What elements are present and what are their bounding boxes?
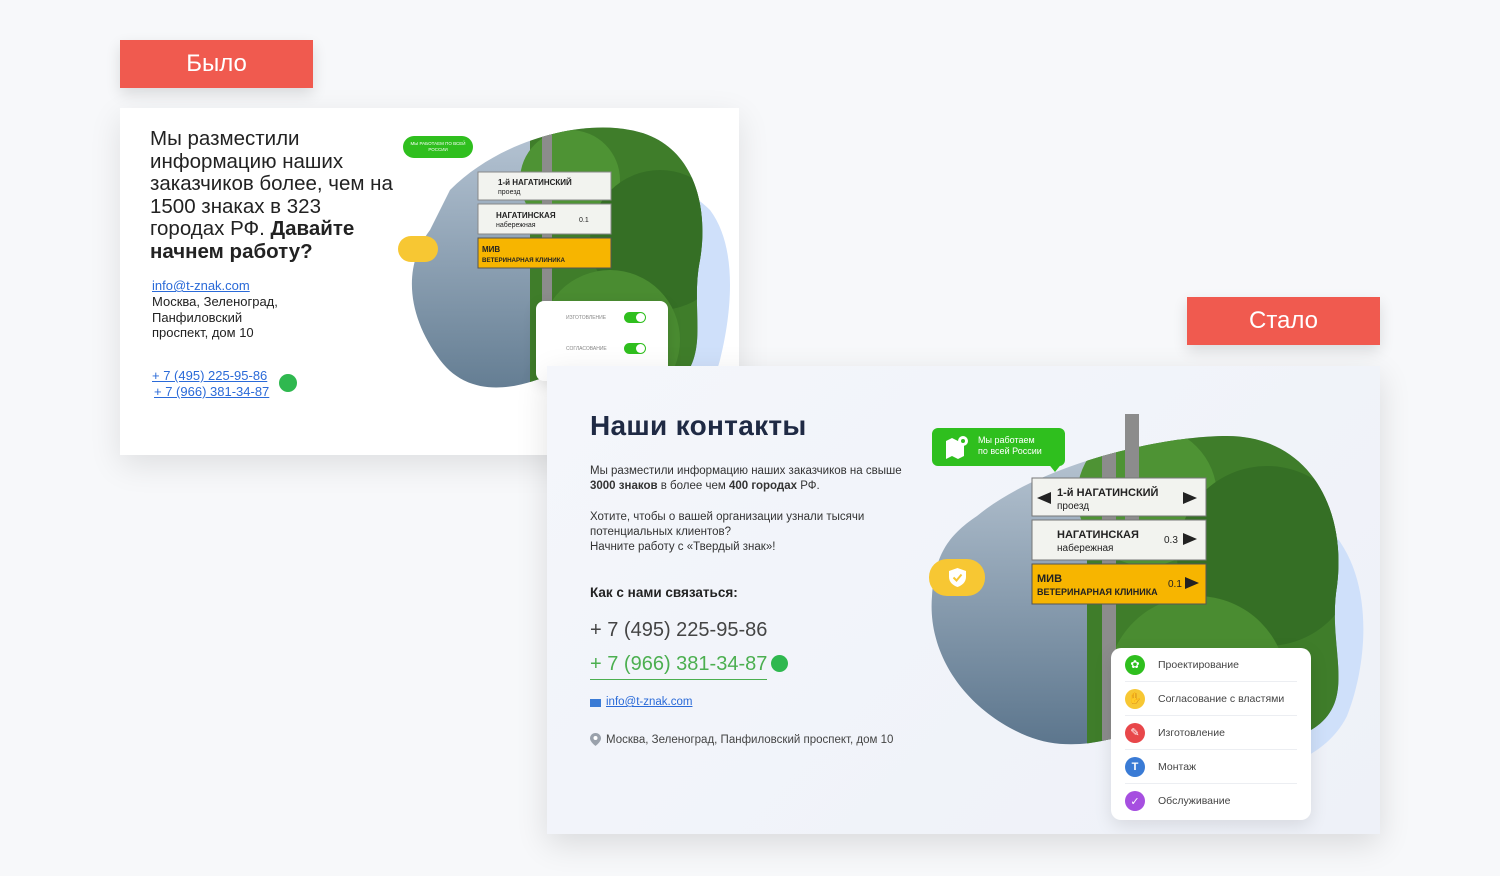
after-email-link[interactable]: info@t-znak.com [606, 696, 692, 708]
thumbs-up-icon: ✋ [1125, 688, 1145, 709]
service-item-approval[interactable]: ✋ Согласование с властями [1125, 682, 1297, 716]
svg-text:МИВ: МИВ [482, 245, 500, 254]
shield-check-icon: ✓ [1125, 791, 1145, 811]
whatsapp-icon[interactable] [279, 374, 297, 392]
svg-text:0.3: 0.3 [1164, 535, 1178, 546]
shield-badge [929, 559, 985, 596]
gear-icon: ✿ [1125, 654, 1145, 675]
contact-heading: Как с нами связаться: [590, 585, 738, 600]
whatsapp-icon[interactable] [771, 655, 788, 672]
works-all-russia-badge: Мы работаем по всей России [932, 428, 1065, 466]
after-cta-text: Хотите, чтобы о вашей организации узнали… [590, 511, 865, 553]
t-icon: T [1125, 756, 1145, 777]
shield-check-icon [949, 568, 966, 587]
after-intro: Мы разместили информацию наших заказчико… [590, 465, 902, 492]
before-address: Москва, Зеленоград, Панфиловский проспек… [152, 294, 278, 340]
before-phone-1-link[interactable]: + 7 (495) 225-95-86 [152, 368, 267, 383]
comparison-stage: Было Стало Мы разместили информацию наши… [0, 0, 1500, 876]
svg-text:проезд: проезд [498, 189, 520, 196]
toggle-switch[interactable] [624, 312, 646, 323]
service-item-installation[interactable]: T Монтаж [1125, 750, 1297, 784]
service-item-design[interactable]: ✿ Проектирование [1125, 648, 1297, 682]
after-address: Москва, Зеленоград, Панфиловский проспек… [606, 734, 894, 746]
before-panel-row: ИЗГОТОВЛЕНИЕ [536, 305, 668, 333]
before-panel-row: СОГЛАСОВАНИЕ [536, 336, 668, 364]
svg-text:0.1: 0.1 [579, 217, 589, 224]
service-item-maintenance[interactable]: ✓ Обслуживание [1125, 784, 1297, 818]
svg-text:проезд: проезд [1057, 501, 1089, 512]
svg-text:НАГАТИНСКАЯ: НАГАТИНСКАЯ [1057, 529, 1139, 541]
map-pin-icon [946, 436, 968, 459]
after-phone-2-link[interactable]: + 7 (966) 381-34-87 [590, 653, 768, 680]
shield-icon [398, 236, 438, 262]
svg-text:0.1: 0.1 [1168, 579, 1182, 590]
after-card: Наши контакты Мы разместили информацию н… [547, 366, 1380, 834]
svg-text:1-й НАГАТИНСКИЙ: 1-й НАГАТИНСКИЙ [1057, 486, 1159, 499]
before-sign-2: НАГАТИНСКАЯ набережная 0.1 [477, 203, 612, 235]
mail-icon [590, 699, 601, 707]
after-sign-1: 1-й НАГАТИНСКИЙ проезд [1031, 477, 1207, 517]
before-heading: Мы разместили информацию наших заказчико… [150, 127, 393, 263]
after-phone-1-link[interactable]: + 7 (495) 225-95-86 [590, 619, 767, 642]
svg-text:ВЕТЕРИНАРНАЯ КЛИНИКА: ВЕТЕРИНАРНАЯ КЛИНИКА [1037, 587, 1158, 597]
after-sign-3: МИВ ВЕТЕРИНАРНАЯ КЛИНИКА 0.1 [1031, 563, 1207, 605]
label-after: Стало [1187, 297, 1380, 345]
before-email-link[interactable]: info@t-znak.com [152, 278, 250, 293]
toggle-switch[interactable] [624, 343, 646, 354]
before-badge: МЫ РАБОТАЕМ ПО ВСЕЙ РОССИИ [403, 136, 473, 158]
services-list: ✿ Проектирование ✋ Согласование с властя… [1111, 648, 1311, 820]
location-pin-icon [590, 733, 601, 746]
svg-text:МИВ: МИВ [1037, 573, 1062, 585]
page-title: Наши контакты [590, 410, 807, 441]
badge-tail [1047, 462, 1063, 472]
after-sign-2: НАГАТИНСКАЯ набережная 0.3 [1031, 519, 1207, 561]
svg-text:набережная: набережная [496, 221, 536, 229]
before-phone-2-link[interactable]: + 7 (966) 381-34-87 [154, 384, 269, 399]
label-before: Было [120, 40, 313, 88]
service-item-production[interactable]: ✎ Изготовление [1125, 716, 1297, 750]
svg-text:1-й НАГАТИНСКИЙ: 1-й НАГАТИНСКИЙ [498, 178, 572, 187]
svg-text:НАГАТИНСКАЯ: НАГАТИНСКАЯ [496, 211, 556, 220]
before-sign-1: 1-й НАГАТИНСКИЙ проезд [477, 171, 612, 201]
before-sign-3: МИВ ВЕТЕРИНАРНАЯ КЛИНИКА [477, 237, 612, 269]
svg-text:набережная: набережная [1057, 542, 1113, 554]
wrench-icon: ✎ [1125, 722, 1145, 743]
svg-text:ВЕТЕРИНАРНАЯ КЛИНИКА: ВЕТЕРИНАРНАЯ КЛИНИКА [482, 257, 566, 264]
